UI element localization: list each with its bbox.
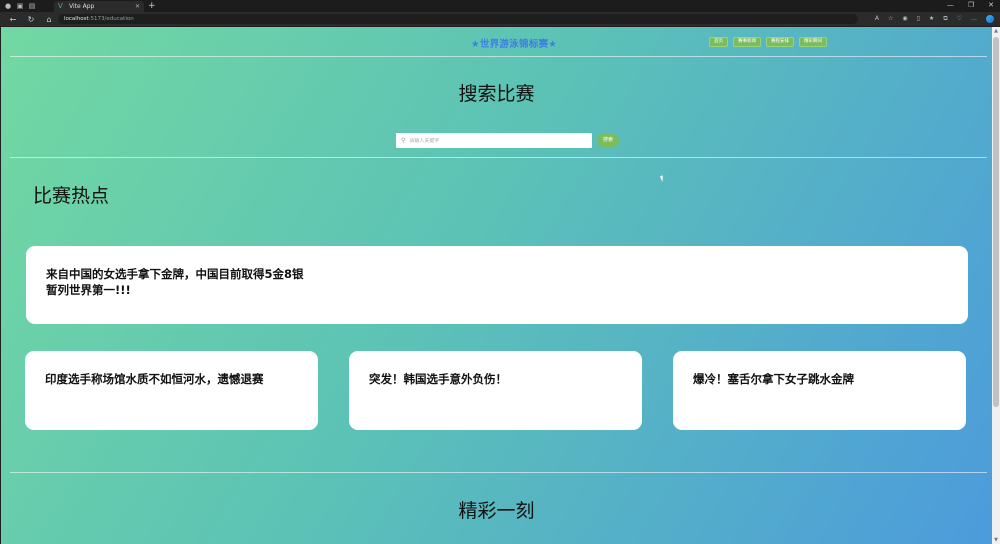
favorites-icon[interactable]: ★ [929,15,934,23]
site-title: ★世界游泳锦标赛★ [471,39,558,50]
news-card-text: 爆冷！塞舌尔拿下女子跳水金牌 [693,372,854,386]
search-heading: 搜索比赛 [458,83,535,105]
featured-news-line1: 来自中国的女选手拿下金牌，中国目前取得5金8银 [46,267,304,281]
favorite-star-icon[interactable]: ☆ [888,15,893,23]
extension-icon[interactable]: ◉ [902,15,907,23]
close-icon[interactable]: ✕ [135,3,140,10]
nav-schedule[interactable]: 赛程安排 [766,37,794,47]
news-card-1[interactable]: 印度选手称场馆水质不如恒河水，遗憾退赛 [25,351,318,430]
featured-news-text: 来自中国的女选手拿下金牌，中国目前取得5金8银 暂列世界第一!!! [46,266,304,298]
hot-heading: 比赛热点 [33,185,110,207]
mouse-cursor-icon [660,174,668,182]
featured-news-line2: 暂列世界第一!!! [46,283,131,297]
moments-divider [10,472,987,473]
performance-icon[interactable]: ♡ [957,15,962,23]
scrollbar-thumb[interactable] [993,37,999,407]
tab-title: Vite App [69,3,95,10]
scroll-up-icon[interactable]: ▲ [993,28,999,34]
collections-icon[interactable]: ⧉ [943,15,947,23]
minimize-button[interactable]: — [947,1,954,9]
back-arrow-icon[interactable]: ← [8,15,18,24]
browser-tab-bar: ● ▣ ▤ V Vite App ✕ + — ❐ ✕ [0,0,1000,12]
moments-heading: 精彩一刻 [458,500,535,522]
browser-toolbar-icons: A ☆ ◉ ▯ ★ ⧉ ♡ … [875,15,994,23]
search-icon: ⚲ [401,137,406,144]
workspaces-icon[interactable]: ▣ [16,2,24,10]
profile-icon[interactable]: ● [4,2,12,10]
browser-address-bar: ← ↻ ⌂ localhost :5173/education A ☆ ◉ ▯ … [0,12,1000,26]
featured-news-card[interactable]: 来自中国的女选手拿下金牌，中国目前取得5金8银 暂列世界第一!!! [26,246,968,324]
nav-home[interactable]: 首页 [709,37,728,47]
page-viewport: ★世界游泳锦标赛★ 首页 赛事新闻 赛程安排 精彩瞬间 搜索比赛 ⚲ 搜索 比赛… [1,27,992,544]
search-button[interactable]: 搜索 [597,134,619,147]
news-card-3[interactable]: 爆冷！塞舌尔拿下女子跳水金牌 [673,351,966,430]
settings-menu-icon[interactable]: … [971,15,977,23]
refresh-icon[interactable]: ↻ [26,15,36,24]
main-nav: 首页 赛事新闻 赛程安排 精彩瞬间 [709,37,827,47]
header-divider [10,56,987,57]
tab-actions-icon[interactable]: ▤ [28,2,36,10]
vite-logo-icon: V [58,2,63,10]
copilot-icon[interactable] [986,15,994,23]
page-scrollbar[interactable]: ▲ ▼ [992,27,1000,544]
nav-moments[interactable]: 精彩瞬间 [799,37,827,47]
browser-tab[interactable]: V Vite App ✕ [54,1,144,12]
url-host: localhost [64,16,89,22]
home-icon[interactable]: ⌂ [44,15,54,24]
url-path: :5173/education [88,16,134,22]
search-input[interactable] [409,137,580,144]
maximize-button[interactable]: ❐ [968,1,974,9]
nav-news[interactable]: 赛事新闻 [733,37,761,47]
window-controls: — ❐ ✕ [947,1,994,9]
news-card-2[interactable]: 突发！韩国选手意外负伤！ [349,351,642,430]
close-window-button[interactable]: ✕ [988,1,994,9]
new-tab-button[interactable]: + [148,1,156,11]
news-card-text: 印度选手称场馆水质不如恒河水，遗憾退赛 [45,372,264,386]
search-divider [10,157,987,158]
url-field[interactable]: localhost :5173/education [58,14,858,24]
search-box: ⚲ [396,133,592,148]
split-screen-icon[interactable]: ▯ [917,15,920,23]
scroll-down-icon[interactable]: ▼ [993,537,999,543]
news-card-text: 突发！韩国选手意外负伤！ [369,372,507,386]
read-aloud-icon[interactable]: A [875,15,879,23]
